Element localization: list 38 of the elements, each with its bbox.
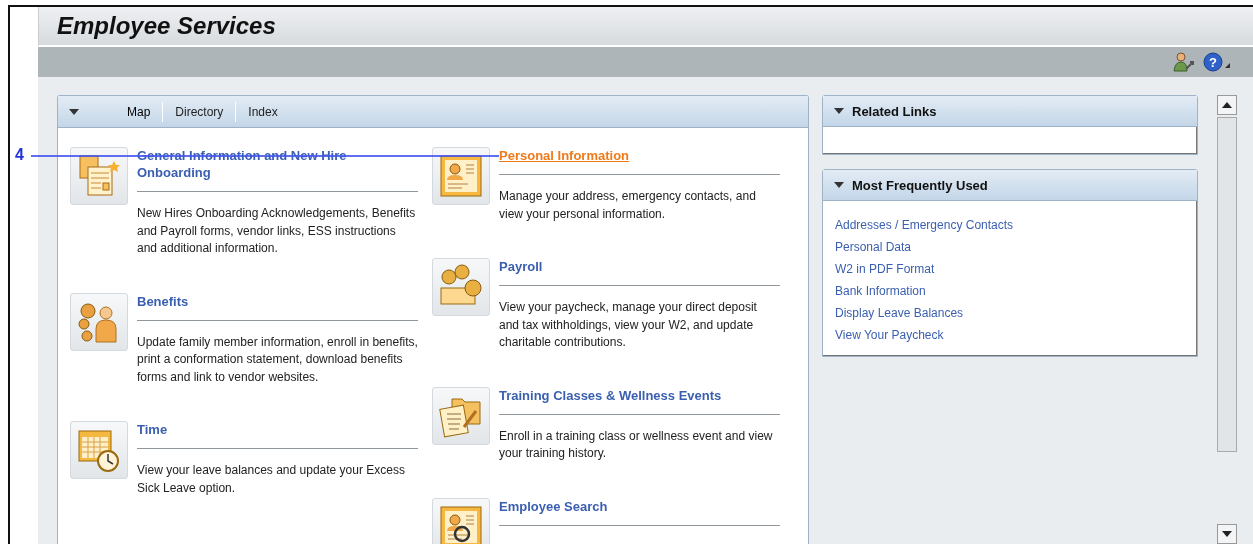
quick-link[interactable]: Bank Information (835, 283, 926, 299)
collapse-icon[interactable] (834, 182, 844, 188)
service-link[interactable]: Benefits (137, 292, 189, 310)
scroll-down-icon[interactable] (1222, 531, 1232, 537)
view-tab[interactable]: Index (236, 104, 290, 119)
calendar-clock-icon[interactable] (70, 421, 128, 479)
service-link[interactable]: Training Classes & Wellness Events (499, 386, 722, 404)
service-link[interactable]: Employee Search (499, 497, 608, 515)
quick-link[interactable]: W2 in PDF Format (835, 261, 935, 277)
person-card-search-icon[interactable] (432, 497, 490, 544)
quick-link[interactable]: Display Leave Balances (835, 305, 964, 321)
coins-icon[interactable] (432, 258, 490, 316)
medical-family-icon[interactable] (70, 292, 128, 351)
callout-number: 4 (15, 146, 24, 164)
service-description: Manage your address, emergency contacts, and view your personal information. (499, 188, 757, 223)
service-description: New Hires Onboarding Acknowledgements, Benefits and Payroll forms, vendor links, ESS instructions and additional information. (137, 205, 417, 257)
person-card-icon[interactable] (432, 147, 490, 205)
service-description: Enroll in a training class or wellness event and view your training history. (499, 427, 774, 462)
collapse-icon[interactable] (834, 108, 844, 114)
view-tab[interactable]: Directory (163, 104, 236, 119)
service-link[interactable]: Time (137, 421, 168, 438)
clipboard-folder-icon[interactable] (432, 386, 490, 445)
window-title: Employee Services (57, 12, 276, 40)
view-tab[interactable]: Map (115, 104, 163, 119)
service-description: View your leave balances and update your Excess Sick Leave option. (137, 462, 406, 497)
quick-link[interactable]: Personal Data (835, 239, 912, 255)
documents-icon[interactable] (70, 147, 128, 205)
scrollbar[interactable] (1217, 95, 1237, 544)
service-description: View your paycheck, manage your direct deposit and tax withholdings, view your W2, and update charitable contributions. (499, 299, 758, 351)
scroll-up-icon[interactable] (1222, 102, 1232, 108)
personalize-button[interactable] (1173, 52, 1195, 72)
service-description: Update family member information, enroll in benefits, print a conformation statement, download benefits forms and link to vendor websites. (137, 333, 418, 386)
quick-link[interactable]: Addresses / Emergency Contacts (835, 217, 1014, 233)
quick-link[interactable]: View Your Paycheck (835, 327, 944, 343)
collapse-icon[interactable] (69, 108, 79, 115)
service-link[interactable]: Payroll (499, 258, 543, 275)
panel-title: Related Links (852, 103, 937, 119)
panel-title: Most Frequently Used (852, 177, 988, 193)
